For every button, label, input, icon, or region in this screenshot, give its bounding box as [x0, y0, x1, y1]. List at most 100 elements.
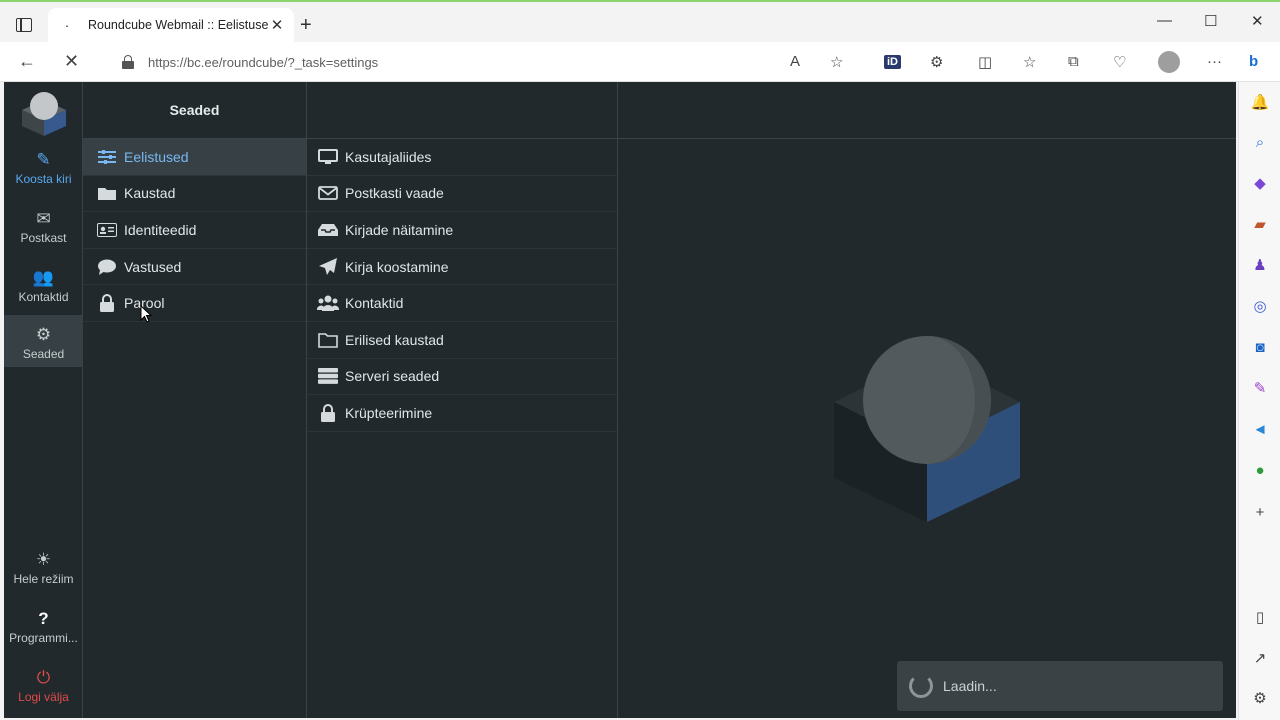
browser-tab-bar: · Roundcube Webmail :: Eelistused ✕ + — …: [0, 2, 1280, 42]
envelope-icon: ✉: [36, 209, 51, 228]
collections-icon[interactable]: ⧉: [1068, 53, 1079, 70]
question-icon: ?: [38, 609, 49, 628]
sidebar-settings-icon[interactable]: ⚙: [1249, 688, 1271, 710]
notification-bell-icon[interactable]: 🔔: [1249, 92, 1271, 114]
tab-loading-icon: ·: [64, 17, 70, 33]
settings-item-responses[interactable]: Vastused: [83, 249, 306, 286]
contacts-label: Kontaktid: [18, 290, 69, 304]
prefs-item-label: Postkasti vaade: [345, 185, 444, 202]
inbox-icon: [317, 223, 339, 237]
logout-button[interactable]: ⏻ Logi välja: [4, 662, 83, 718]
back-icon[interactable]: ←: [18, 51, 36, 72]
settings-item-password[interactable]: Parool: [83, 285, 306, 322]
prefs-item-composing-messages[interactable]: Kirja koostamine: [307, 249, 617, 286]
stop-loading-icon[interactable]: ✕: [64, 51, 79, 72]
roundcube-logo[interactable]: [18, 86, 70, 138]
users-icon: [317, 295, 339, 312]
settings-sections: Seaded Eelistused Kaustad Identiteedid V…: [83, 82, 307, 718]
tools-briefcase-icon[interactable]: ▰: [1249, 214, 1271, 236]
server-icon: [317, 368, 339, 385]
prefs-item-server-settings[interactable]: Serveri seaded: [307, 359, 617, 396]
prefs-item-encryption[interactable]: Krüpteerimine: [307, 395, 617, 432]
tree-icon[interactable]: ●: [1249, 460, 1271, 482]
settings-item-preferences[interactable]: Eelistused: [83, 139, 306, 176]
loading-message: Laadin...: [897, 661, 1223, 711]
power-icon: ⏻: [36, 668, 51, 687]
tab-actions-icon[interactable]: [16, 18, 32, 32]
external-link-icon[interactable]: ↗: [1249, 648, 1271, 670]
secure-lock-icon: [122, 55, 134, 69]
about-button[interactable]: ? Programmi...: [4, 603, 83, 659]
prefs-item-label: Serveri seaded: [345, 368, 440, 385]
search-icon[interactable]: ⌕: [1249, 132, 1271, 154]
split-screen-icon[interactable]: ◫: [978, 53, 992, 71]
performance-icon[interactable]: ♡: [1113, 53, 1126, 71]
copilot-icon[interactable]: b: [1249, 53, 1258, 70]
settings-header: Seaded: [83, 82, 306, 139]
prefs-item-displaying-messages[interactable]: Kirjade näitamine: [307, 212, 617, 249]
lock-icon: [95, 294, 119, 313]
mail-button[interactable]: ✉ Postkast: [4, 203, 83, 259]
favorite-star-icon[interactable]: ☆: [830, 53, 843, 71]
compose-label: Koosta kiri: [15, 172, 72, 186]
main-menu: ✎ Koosta kiri ✉ Postkast 👥 Kontaktid ⚙ S…: [4, 82, 83, 718]
sun-icon: ☀: [35, 550, 52, 569]
url-text: https://bc.ee/roundcube/?_task=settings: [148, 54, 379, 70]
roundcube-app: ✎ Koosta kiri ✉ Postkast 👥 Kontaktid ⚙ S…: [4, 82, 1236, 718]
maximize-icon[interactable]: ☐: [1204, 12, 1217, 30]
designer-icon[interactable]: ✎: [1249, 378, 1271, 400]
mail-label: Postkast: [20, 231, 67, 245]
comment-icon: [95, 259, 119, 275]
content-header: [618, 82, 1236, 139]
compose-button[interactable]: ✎ Koosta kiri: [4, 144, 83, 200]
gear-icon: ⚙: [35, 325, 52, 344]
settings-button[interactable]: ⚙ Seaded: [4, 315, 83, 367]
tab-title: Roundcube Webmail :: Eelistused: [88, 18, 268, 32]
prefs-item-label: Kasutajaliides: [345, 148, 432, 165]
contacts-button[interactable]: 👥 Kontaktid: [4, 262, 83, 318]
id-extension-icon[interactable]: iD: [884, 55, 901, 69]
extensions-icon[interactable]: ⚙: [930, 53, 943, 71]
settings-item-folders[interactable]: Kaustad: [83, 176, 306, 213]
sidebar-layout-icon[interactable]: ▯: [1249, 607, 1271, 629]
monitor-icon: [317, 148, 339, 165]
envelope-icon: [317, 186, 339, 201]
about-label: Programmi...: [9, 631, 78, 645]
url-field[interactable]: https://bc.ee/roundcube/?_task=settings: [104, 47, 864, 77]
office-icon[interactable]: ◎: [1249, 296, 1271, 318]
paper-plane-icon: [317, 257, 339, 276]
profile-avatar[interactable]: [1158, 51, 1180, 73]
window-close-icon[interactable]: ✕: [1251, 12, 1264, 30]
spinner-icon: [909, 674, 933, 698]
settings-item-identities[interactable]: Identiteedid: [83, 212, 306, 249]
folder-icon: [95, 186, 119, 201]
favorites-icon[interactable]: ☆: [1023, 53, 1036, 71]
browser-tab-active[interactable]: · Roundcube Webmail :: Eelistused ✕: [48, 8, 294, 42]
read-aloud-icon[interactable]: A: [790, 53, 800, 70]
content-frame: [618, 82, 1236, 718]
prefs-item-label: Kirjade näitamine: [345, 221, 454, 238]
edit-icon: ✎: [36, 150, 51, 169]
add-sidebar-icon[interactable]: +: [1249, 502, 1271, 524]
mouse-cursor: [140, 305, 152, 323]
send-icon[interactable]: ◄: [1249, 419, 1271, 441]
theme-toggle-button[interactable]: ☀ Hele režiim: [4, 544, 83, 600]
id-card-icon: [95, 222, 119, 237]
tab-close-icon[interactable]: ✕: [268, 16, 286, 34]
prefs-item-label: Krüpteerimine: [345, 404, 433, 421]
prefs-item-label: Kirja koostamine: [345, 258, 449, 275]
settings-label: Seaded: [22, 347, 65, 361]
prefs-item-special-folders[interactable]: Erilised kaustad: [307, 322, 617, 359]
games-icon[interactable]: ♟: [1249, 255, 1271, 277]
prefs-item-label: Erilised kaustad: [345, 331, 444, 348]
prefs-item-mailbox-view[interactable]: Postkasti vaade: [307, 176, 617, 213]
browser-sidebar: 🔔 ⌕ ◆ ▰ ♟ ◎ ◙ ✎ ◄ ● + ▯ ↗ ⚙: [1238, 82, 1280, 720]
folder-outline-icon: [317, 332, 339, 348]
prefs-item-user-interface[interactable]: Kasutajaliides: [307, 139, 617, 176]
more-menu-icon[interactable]: ···: [1207, 53, 1222, 70]
shopping-tag-icon[interactable]: ◆: [1249, 173, 1271, 195]
new-tab-icon[interactable]: +: [300, 14, 312, 37]
minimize-icon[interactable]: —: [1157, 12, 1172, 29]
outlook-icon[interactable]: ◙: [1249, 337, 1271, 359]
prefs-item-contacts[interactable]: Kontaktid: [307, 285, 617, 322]
